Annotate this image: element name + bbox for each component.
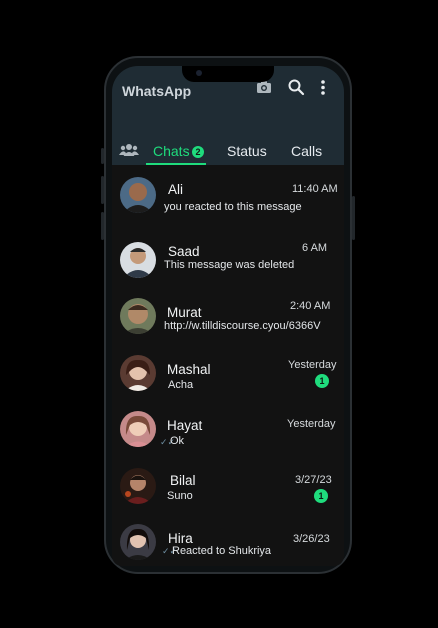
chat-row-hayat[interactable]: Hayat Yesterday ✓✓ Ok (112, 411, 344, 467)
volume-up-button (101, 176, 104, 204)
avatar (120, 298, 156, 334)
chat-row-saad[interactable]: Saad 6 AM This message was deleted (112, 242, 344, 298)
chat-row-mashal[interactable]: Mashal Yesterday Acha 1 (112, 355, 344, 411)
contact-name: Hayat (167, 418, 203, 433)
last-message: Ok (170, 435, 185, 447)
tab-calls[interactable]: Calls (291, 143, 322, 159)
last-message: Acha (168, 379, 194, 391)
tab-chats[interactable]: Chats (153, 143, 190, 159)
chat-row-bilal[interactable]: Bilal 3/27/23 Suno 1 (112, 468, 344, 524)
avatar (120, 355, 156, 391)
volume-down-button (101, 212, 104, 240)
contact-name: Saad (168, 244, 200, 259)
last-message: Suno (167, 490, 193, 502)
contact-name: Bilal (170, 473, 196, 488)
front-camera (196, 70, 202, 76)
chats-unread-badge: 2 (192, 146, 204, 158)
mute-switch (101, 148, 104, 164)
power-button (352, 196, 355, 240)
avatar (120, 524, 156, 560)
tab-status[interactable]: Status (227, 143, 267, 159)
chat-row-hira[interactable]: Hira 3/26/23 ✓✓ Reacted to Shukriya (112, 524, 344, 566)
avatar (120, 468, 156, 504)
message-time: Yesterday (288, 359, 337, 371)
community-icon[interactable] (119, 142, 139, 158)
message-time: Yesterday (287, 418, 336, 430)
avatar (120, 242, 156, 278)
unread-badge: 1 (314, 489, 328, 503)
chat-row-ali[interactable]: Ali 11:40 AM you reacted to this message (112, 177, 344, 233)
chat-row-murat[interactable]: Murat 2:40 AM http://w.tilldiscourse.cyo… (112, 298, 344, 354)
message-time: 3/26/23 (293, 533, 330, 545)
message-time: 3/27/23 (295, 474, 332, 486)
contact-name: Mashal (167, 362, 211, 377)
contact-name: Ali (168, 182, 184, 197)
avatar (120, 411, 156, 447)
avatar (120, 177, 156, 213)
last-message: This message was deleted (164, 259, 295, 271)
more-vert-icon[interactable] (314, 78, 332, 96)
last-message: http://w.tilldiscourse.cyou/6366V (164, 320, 321, 332)
unread-badge: 1 (315, 374, 329, 388)
active-tab-indicator (146, 163, 206, 165)
contact-name: Hira (168, 531, 193, 546)
message-time: 2:40 AM (290, 300, 331, 312)
message-time: 11:40 AM (292, 183, 338, 195)
message-time: 6 AM (302, 242, 328, 254)
notch (182, 66, 274, 82)
phone-screen: WhatsApp Chats 2 Status Calls Ali 11:40 … (112, 66, 344, 566)
search-icon[interactable] (287, 78, 305, 96)
app-title: WhatsApp (122, 83, 192, 99)
contact-name: Murat (167, 305, 202, 320)
last-message: Reacted to Shukriya (172, 545, 272, 557)
last-message: you reacted to this message (164, 201, 302, 213)
